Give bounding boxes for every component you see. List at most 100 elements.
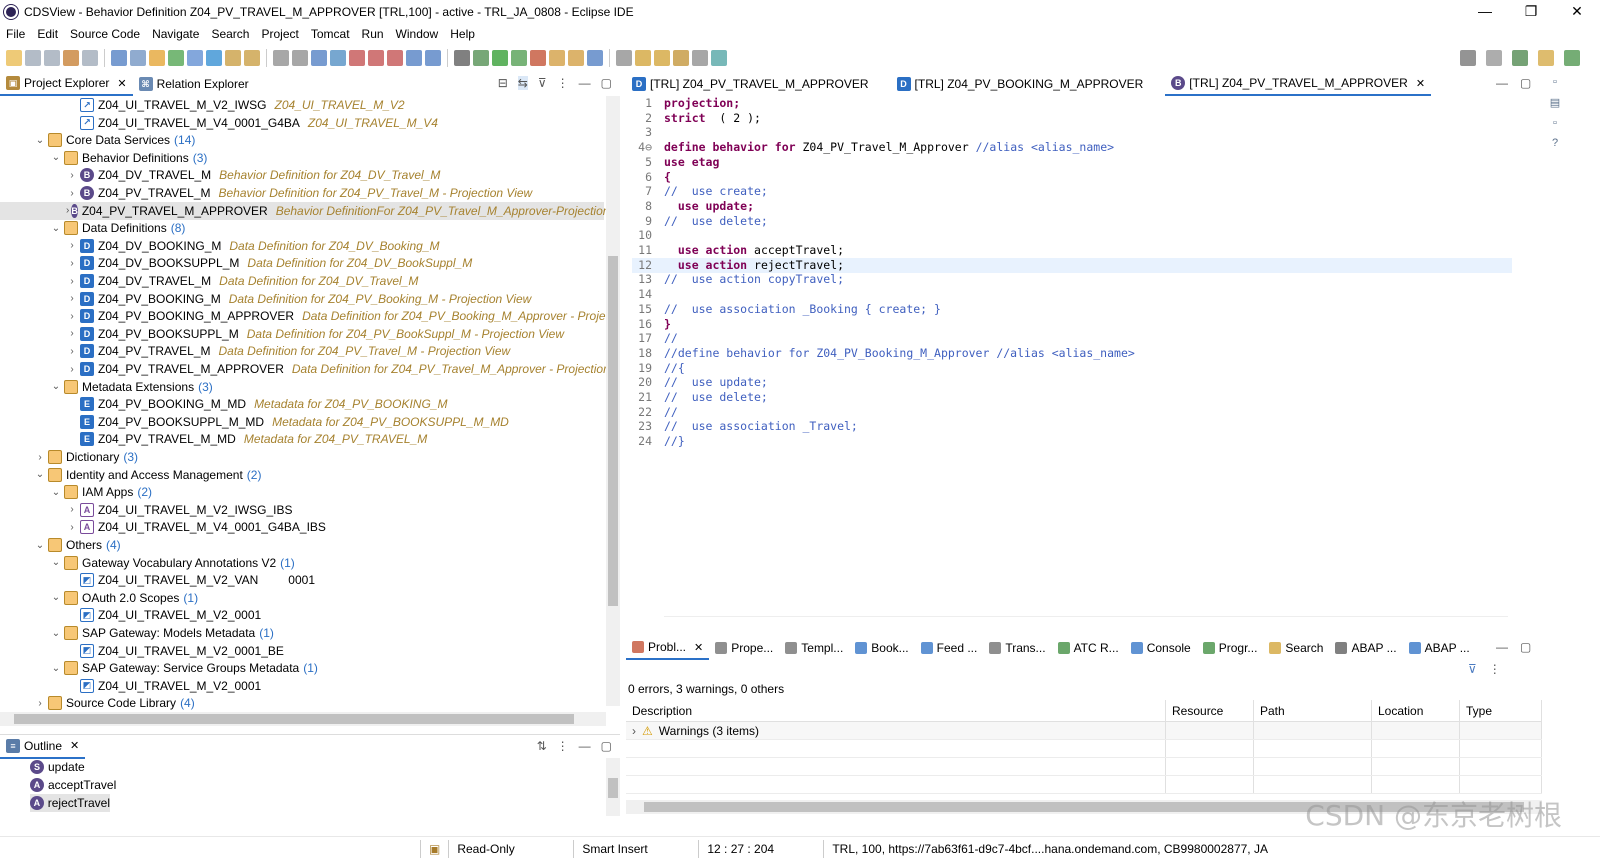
tree-node[interactable]: › Dictionary (3) [0, 448, 138, 466]
toolbar-tool-21-icon[interactable] [406, 50, 422, 66]
bottom-tab-2[interactable]: Prope... [709, 636, 779, 660]
abap-perspective-icon[interactable] [1512, 50, 1528, 66]
tree-node[interactable]: ⌄ Identity and Access Management (2) [0, 466, 261, 484]
collapsed-chevron-icon[interactable]: › [66, 364, 78, 375]
collapsed-chevron-icon[interactable]: › [34, 698, 46, 709]
close-window-button[interactable]: ✕ [1554, 0, 1600, 24]
filter-icon[interactable]: ⊽ [1468, 662, 1477, 676]
toolbar-tool-13-icon[interactable] [244, 50, 260, 66]
expanded-chevron-icon[interactable]: ⌄ [34, 135, 46, 146]
toolbar-tool-14-icon[interactable] [273, 50, 289, 66]
collapsed-chevron-icon[interactable]: › [66, 240, 78, 251]
collapsed-chevron-icon[interactable]: › [632, 724, 636, 738]
toolbar-tool-27-icon[interactable] [530, 50, 546, 66]
bottom-tab-8[interactable]: Console [1125, 636, 1197, 660]
tree-node[interactable]: E Z04_PV_BOOKSUPPL_M_MD Metadata for Z04_P… [0, 413, 509, 431]
link-editor-icon[interactable]: ⇆ [517, 76, 528, 90]
tree-node[interactable]: › B Z04_PV_TRAVEL_M_APPROVER Behavior Defin… [0, 201, 609, 220]
tree-node[interactable]: ⌄ Data Definitions (8) [0, 219, 185, 237]
debug-perspective-icon[interactable] [1564, 50, 1580, 66]
toolbar-tool-8-icon[interactable] [149, 50, 165, 66]
toolbar-tool-29-icon[interactable] [568, 50, 584, 66]
tree-node[interactable]: › B Z04_PV_TRAVEL_M Behavior Definition for… [0, 184, 532, 202]
tree-node[interactable]: ⌄ OAuth 2.0 Scopes (1) [0, 589, 198, 607]
minimize-view-icon[interactable]: — [1496, 640, 1508, 654]
editor-horizontal-scrollbar[interactable] [664, 616, 1508, 628]
menu-tomcat[interactable]: Tomcat [305, 27, 356, 41]
bottom-tab-10[interactable]: Search [1263, 636, 1329, 660]
toolbar-tool-24-icon[interactable] [473, 50, 489, 66]
outline-item[interactable]: Supdate [30, 758, 590, 776]
toolbar-tool-10-icon[interactable] [187, 50, 203, 66]
bottom-tab-3[interactable]: Templ... [779, 636, 849, 660]
tree-node[interactable]: › D Z04_PV_BOOKING_M Data Definition for Z0… [0, 290, 531, 308]
bottom-tab-4[interactable]: Book... [849, 636, 914, 660]
restore-icon[interactable]: ▫ [1553, 76, 1557, 88]
collapsed-chevron-icon[interactable]: › [66, 276, 78, 287]
bottom-tab-11[interactable]: ABAP ... [1329, 636, 1402, 660]
tree-node[interactable]: › D Z04_PV_TRAVEL_M Data Definition for Z04… [0, 342, 510, 360]
tree-node[interactable]: ⌄ IAM Apps (2) [0, 483, 152, 501]
collapsed-chevron-icon[interactable]: › [66, 346, 78, 357]
tree-node[interactable]: ◩ Z04_UI_TRAVEL_M_V2_0001 [0, 677, 261, 695]
tree-node[interactable]: ↗ Z04_UI_TRAVEL_M_V4_0001_G4BA Z04_UI_TRAV… [0, 114, 438, 132]
expanded-chevron-icon[interactable]: ⌄ [50, 381, 62, 392]
menu-edit[interactable]: Edit [31, 27, 64, 41]
tree-horizontal-scrollbar[interactable] [0, 712, 606, 726]
collapsed-chevron-icon[interactable]: › [66, 170, 78, 181]
tree-node[interactable]: ⌄ Core Data Services (14) [0, 131, 195, 149]
collapsed-chevron-icon[interactable]: › [34, 452, 46, 463]
tree-node[interactable]: ↗ Z04_UI_TRAVEL_M_V2_IWSG Z04_UI_TRAVEL_M_… [0, 96, 405, 114]
menu-window[interactable]: Window [390, 27, 445, 41]
java-perspective-icon[interactable] [1538, 50, 1554, 66]
tree-node[interactable]: ⌄ Gateway Vocabulary Annotations V2 (1) [0, 554, 295, 572]
bottom-tab-9[interactable]: Progr... [1197, 636, 1264, 660]
expanded-chevron-icon[interactable]: ⌄ [50, 223, 62, 234]
close-icon[interactable]: ✕ [1416, 77, 1425, 90]
toolbar-tool-15-icon[interactable] [292, 50, 308, 66]
toolbar-tool-23-icon[interactable] [454, 50, 470, 66]
toolbar-tool-12-icon[interactable] [225, 50, 241, 66]
maximize-view-icon[interactable]: ▢ [601, 76, 612, 90]
collapsed-chevron-icon[interactable]: › [66, 522, 78, 533]
toolbar-tool-33-icon[interactable] [654, 50, 670, 66]
tree-node[interactable]: ⌄ SAP Gateway: Models Metadata (1) [0, 624, 274, 642]
tree-node[interactable]: › D Z04_DV_TRAVEL_M Data Definition for Z04… [0, 272, 418, 290]
menu-search[interactable]: Search [205, 27, 255, 41]
collapsed-chevron-icon[interactable]: › [66, 328, 78, 339]
tab-project-explorer[interactable]: ▣ Project Explorer ✕ [0, 72, 133, 96]
tree-node[interactable]: ◩ Z04_UI_TRAVEL_M_V2_VAN 0001 [0, 571, 315, 589]
maximize-view-icon[interactable]: ▢ [1520, 640, 1531, 654]
collapsed-chevron-icon[interactable]: › [66, 311, 78, 322]
tree-node[interactable]: ⌄ SAP Gateway: Service Groups Metadata (1) [0, 659, 318, 677]
tree-node[interactable]: ⌄ Behavior Definitions (3) [0, 149, 207, 167]
tree-node[interactable]: ⌄ Others (4) [0, 536, 121, 554]
toolbar-tool-35-icon[interactable] [692, 50, 708, 66]
column-header-resource[interactable]: Resource [1166, 700, 1254, 721]
tree-node[interactable]: › Source Code Library (4) [0, 694, 195, 712]
menu-project[interactable]: Project [255, 27, 304, 41]
outline-scrollbar[interactable] [606, 758, 620, 816]
problems-row[interactable]: › ⚠ Warnings (3 items) [626, 722, 1542, 740]
bottom-tab-6[interactable]: Trans... [983, 636, 1051, 660]
bottom-tab-5[interactable]: Feed ... [915, 636, 984, 660]
toolbar-tool-5-icon[interactable] [82, 50, 98, 66]
editor-tab[interactable]: B [TRL] Z04_PV_TRAVEL_M_APPROVER ✕ [1165, 72, 1432, 96]
menu-run[interactable]: Run [356, 27, 390, 41]
toolbar-tool-11-icon[interactable] [206, 50, 222, 66]
toolbar-tool-20-icon[interactable] [387, 50, 403, 66]
close-icon[interactable]: ✕ [694, 641, 703, 654]
tree-node[interactable]: › D Z04_PV_BOOKING_M_APPROVER Data Definiti… [0, 307, 620, 325]
toolbar-tool-19-icon[interactable] [368, 50, 384, 66]
tree-vertical-scrollbar[interactable] [606, 96, 620, 706]
toolbar-tool-22-icon[interactable] [425, 50, 441, 66]
column-header-type[interactable]: Type [1460, 700, 1542, 721]
tab-relation-explorer[interactable]: ⌘ Relation Explorer [133, 72, 255, 96]
column-header-location[interactable]: Location [1372, 700, 1460, 721]
toolbar-tool-16-icon[interactable] [311, 50, 327, 66]
restore-button[interactable]: ❐ [1508, 0, 1554, 24]
close-icon[interactable]: ✕ [117, 77, 126, 90]
expanded-chevron-icon[interactable]: ⌄ [50, 487, 62, 498]
toolbar-tool-18-icon[interactable] [349, 50, 365, 66]
tree-node[interactable]: E Z04_PV_TRAVEL_M_MD Metadata for Z04_PV_T… [0, 430, 427, 448]
